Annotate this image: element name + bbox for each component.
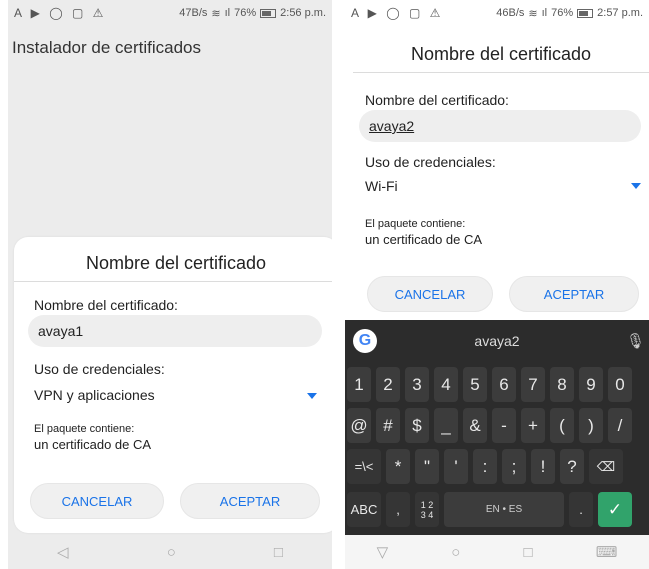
network-speed: 46B/s (496, 7, 525, 19)
accept-button[interactable]: ACEPTAR (180, 483, 320, 519)
certificate-name-input[interactable]: avaya1 (28, 315, 322, 347)
comma-key[interactable]: , (386, 492, 410, 527)
symbol-row-2: =\< * " ':;!? ⌫ (347, 449, 649, 484)
key[interactable]: 4 (434, 367, 458, 402)
notification-icons: A ▶ ◯ ▢ ⚠ (14, 6, 107, 20)
key[interactable]: =\< (347, 449, 381, 484)
battery-level: 76% (234, 7, 257, 19)
cancel-button[interactable]: CANCELAR (30, 483, 164, 519)
key[interactable]: - (492, 408, 516, 443)
package-label: El paquete contiene: (34, 423, 135, 435)
key[interactable]: ⌫ (589, 449, 623, 484)
back-icon[interactable]: ◁ (57, 543, 69, 561)
home-icon[interactable]: ○ (451, 544, 460, 561)
navigation-bar: ▽ ○ □ ⌨ (345, 535, 649, 569)
clock: 2:57 p.m. (597, 7, 643, 19)
wifi-icon: ≋ (528, 7, 538, 20)
period-key[interactable]: . (569, 492, 593, 527)
key[interactable]: : (473, 449, 497, 484)
key[interactable]: " (415, 449, 439, 484)
app-title: Instalador de certificados (12, 38, 201, 57)
suggestion-bar: G avaya2 🎙 (345, 320, 649, 362)
key[interactable]: / (608, 408, 632, 443)
microphone-icon[interactable]: 🎙 (626, 332, 645, 350)
chevron-down-icon (307, 393, 317, 399)
key[interactable]: 8 (550, 367, 574, 402)
key[interactable]: & (463, 408, 487, 443)
key[interactable]: ! (531, 449, 555, 484)
credential-use-label: Uso de credenciales: (34, 361, 165, 377)
network-speed: 47B/s (179, 7, 208, 19)
certificate-name-dialog: Nombre del certificado Nombre del certif… (353, 28, 649, 320)
key[interactable]: $ (405, 408, 429, 443)
key[interactable]: ; (502, 449, 526, 484)
package-value: un certificado de CA (365, 232, 483, 247)
key[interactable]: ' (444, 449, 468, 484)
credential-use-label: Uso de credenciales: (365, 154, 496, 170)
soft-keyboard: G avaya2 🎙 1234567890 @ # $ _ & - +() / =\< * " ':… (345, 320, 649, 536)
dialog-title: Nombre del certificado (410, 44, 592, 64)
cancel-button[interactable]: CANCELAR (367, 276, 493, 312)
space-key[interactable]: EN • ES (444, 492, 564, 527)
signal-icon: ıl (224, 7, 231, 19)
key[interactable]: 2 (376, 367, 400, 402)
left-screen: A ▶ ◯ ▢ ⚠ 47B/s ≋ ıl 76% 2:56 p.m. Insta… (8, 0, 332, 569)
clock: 2:56 p.m. (280, 7, 326, 19)
key[interactable]: ) (579, 408, 603, 443)
accept-button[interactable]: ACEPTAR (509, 276, 639, 312)
status-bar: A ▶ ◯ ▢ ⚠ 47B/s ≋ ıl 76% 2:56 p.m. (8, 0, 332, 26)
recent-apps-icon[interactable]: □ (524, 544, 533, 561)
number-row: 1234567890 (347, 367, 649, 402)
key[interactable]: 5 (463, 367, 487, 402)
right-screen: A ▶ ◯ ▢ ⚠ 46B/s ≋ ıl 76% 2:57 p.m. Nombr… (345, 0, 649, 569)
credential-use-select[interactable]: Wi-Fi (365, 178, 635, 194)
battery-icon (260, 8, 277, 18)
key[interactable]: 9 (579, 367, 603, 402)
navigation-bar: ◁ ○ □ (8, 535, 332, 569)
key[interactable]: + (521, 408, 545, 443)
key[interactable]: _ (434, 408, 458, 443)
certificate-name-dialog: Nombre del certificado Nombre del certif… (14, 237, 332, 533)
numpad-key[interactable]: 1 2 3 4 (415, 492, 439, 527)
key[interactable]: 7 (521, 367, 545, 402)
bottom-row: ABC , 1 2 3 4 EN • ES . ✓ (347, 492, 649, 527)
certificate-name-label: Nombre del certificado: (365, 92, 509, 108)
divider (353, 72, 649, 73)
back-icon[interactable]: ▽ (377, 543, 389, 561)
signal-icon: ıl (541, 7, 548, 19)
key[interactable]: @ (347, 408, 371, 443)
battery-level: 76% (551, 7, 574, 19)
credential-use-select[interactable]: VPN y aplicaciones (34, 387, 324, 403)
key[interactable]: 1 (347, 367, 371, 402)
credential-use-value: Wi-Fi (365, 178, 398, 194)
abc-key[interactable]: ABC (347, 492, 381, 527)
key[interactable]: # (376, 408, 400, 443)
recent-apps-icon[interactable]: □ (274, 544, 283, 561)
suggestion-word[interactable]: avaya2 (345, 333, 649, 349)
certificate-name-label: Nombre del certificado: (34, 297, 178, 313)
divider (14, 281, 332, 282)
wifi-icon: ≋ (211, 7, 221, 20)
status-bar: A ▶ ◯ ▢ ⚠ 46B/s ≋ ıl 76% 2:57 p.m. (345, 0, 649, 26)
package-label: El paquete contiene: (365, 218, 466, 230)
credential-use-value: VPN y aplicaciones (34, 387, 155, 403)
notification-icons: A ▶ ◯ ▢ ⚠ (351, 6, 444, 20)
key[interactable]: ? (560, 449, 584, 484)
symbol-row: @ # $ _ & - +() / (347, 408, 649, 443)
home-icon[interactable]: ○ (167, 544, 176, 561)
chevron-down-icon (631, 183, 641, 189)
certificate-name-input[interactable]: avaya2 (359, 110, 641, 142)
key[interactable]: 3 (405, 367, 429, 402)
dialog-title: Nombre del certificado (85, 253, 267, 273)
key[interactable]: * (386, 449, 410, 484)
enter-key[interactable]: ✓ (598, 492, 632, 527)
key[interactable]: 0 (608, 367, 632, 402)
keyboard-switch-icon[interactable]: ⌨ (596, 543, 618, 561)
battery-icon (577, 8, 594, 18)
key[interactable]: 6 (492, 367, 516, 402)
package-value: un certificado de CA (34, 437, 152, 452)
key[interactable]: ( (550, 408, 574, 443)
